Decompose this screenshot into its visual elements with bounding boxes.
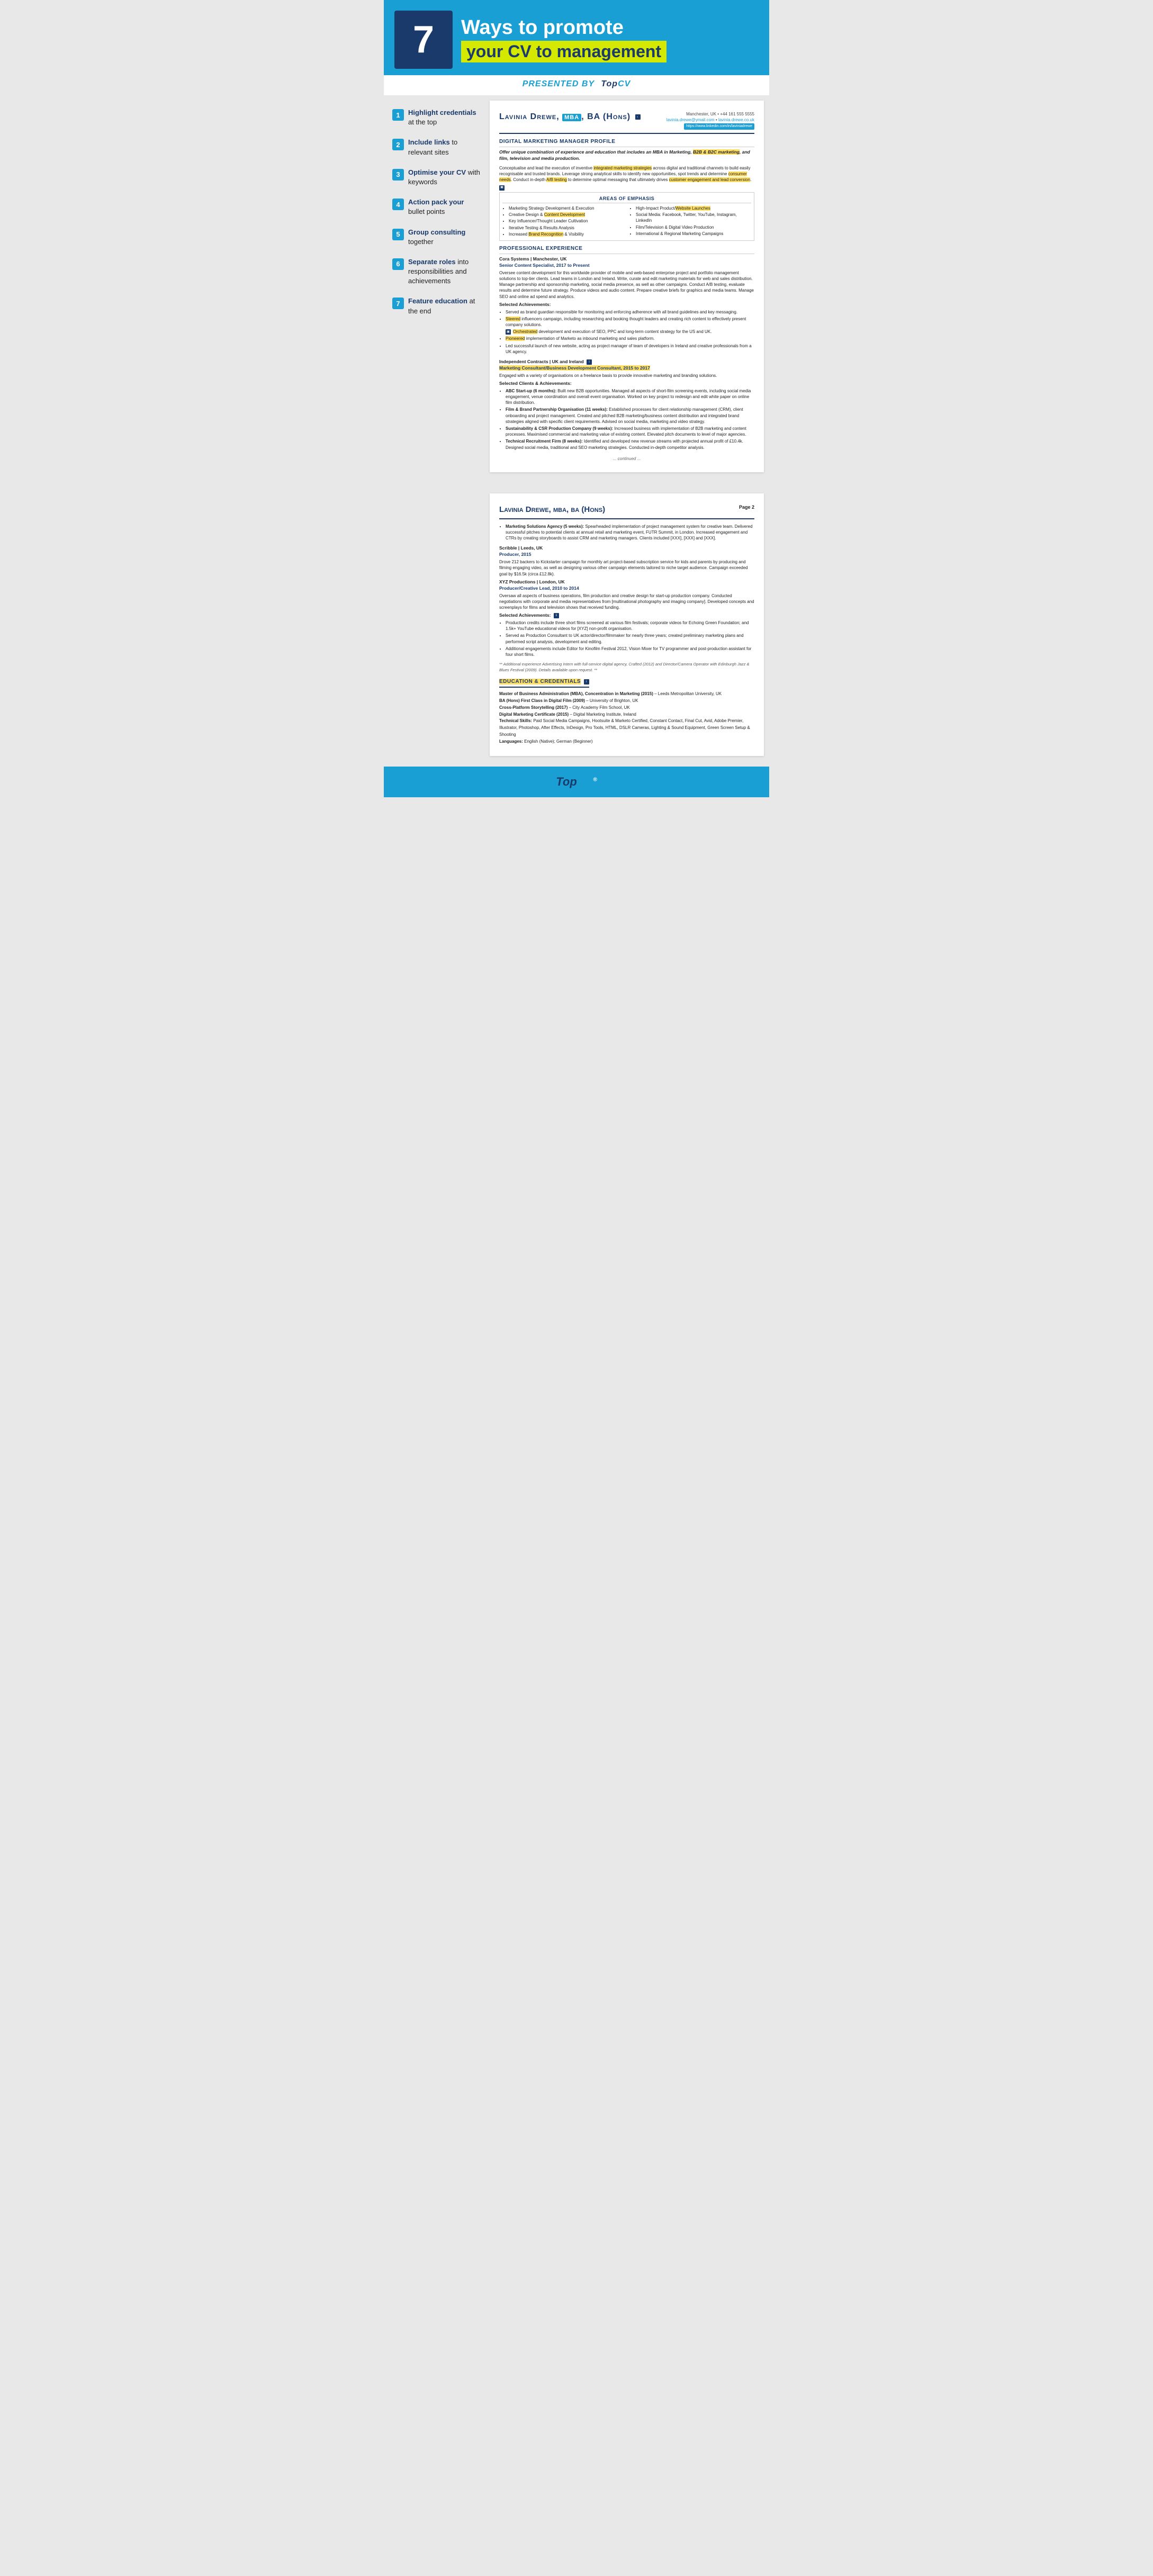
cv-job1-body: Oversee content development for this wor… [499,270,754,300]
cv-job2-achievements-label: Selected Clients & Achievements: [499,381,754,387]
cv-header-row: Lavinia Drewe, MBA, BA (Hons) i Manchest… [499,111,754,134]
presented-by-label: PRESENTED BY [523,79,594,88]
tip-text-6: Separate roles into responsibilities and… [408,257,481,286]
cv-job2-icon: i [587,359,592,365]
cv-additional-note: ** Additional experience Advertising Int… [499,662,754,673]
tip-num-5: 5 [392,229,404,240]
cv-p2-header-row: Lavinia Drewe, mba, ba (Hons) Page 2 [499,504,754,519]
tip-text-3: Optimise your CV with keywords [408,168,481,187]
cv-xyz-body: Oversaw all aspects of business operatio… [499,593,754,611]
cv-name: Lavinia Drewe, MBA, BA (Hons) i [499,111,641,123]
cv-job2-body: Engaged with a variety of organisations … [499,373,754,379]
cv-xyz-achievements-label: Selected Achievements: i [499,613,754,619]
tip-item-1: 1 Highlight credentials at the top [389,104,484,131]
cv-xyz-achievements: Production credits include three short f… [499,620,754,657]
tip-text-1: Highlight credentials at the top [408,108,481,127]
tip-item-5: 5 Group consulting together [389,223,484,251]
edu-icon: i [584,679,589,684]
tip-item-6: 6 Separate roles into responsibilities a… [389,253,484,291]
brand-name: TopCV [601,79,630,88]
cv-contact: Manchester, UK • +44 161 555 5555 lavini… [666,111,754,130]
cv-job1-header: Cora Systems | Manchester, UK Senior Con… [499,256,754,269]
cv-job2-achievements: ABC Start-up (6 months): Built new B2B o… [499,388,754,451]
areas-title: Areas of Emphasis [502,195,751,204]
tip-num-4: 4 [392,199,404,210]
tip-num-6: 6 [392,258,404,270]
tip-text-2: Include links to relevant sites [408,138,481,157]
cv-icon-box: i [635,114,641,120]
tip-item-2: 2 Include links to relevant sites [389,133,484,161]
header-title-line2: your CV to management [461,41,666,62]
big-number: 7 [394,11,453,69]
cv-scribble-body: Drove 212 backers to Kickstarter campaig… [499,559,754,577]
areas-right-list: High-Impact Product/Website Launches Soc… [629,205,751,238]
tips-sidebar: 1 Highlight credentials at the top 2 Inc… [384,95,490,478]
cv-scribble-header: Scribble | Leeds, UK Producer, 2015 [499,545,754,558]
tip-item-4: 4 Action pack your bullet points [389,193,484,221]
cv-job1-achievements-label: Selected Achievements: [499,302,754,308]
cv-p2-name: Lavinia Drewe, mba, ba (Hons) [499,504,605,515]
edu-list: Master of Business Administration (MBA),… [499,691,754,745]
cv-profile-summary: Offer unique combination of experience a… [499,149,754,162]
cv-profile-title: DIGITAL MARKETING MANAGER PROFILE [499,138,754,147]
cv-job1-achievements: Served as brand guardian responsible for… [499,309,754,355]
presented-by-bar: PRESENTED BY TopCV [384,75,769,95]
tip-text-4: Action pack your bullet points [408,197,481,217]
cv-page2: Lavinia Drewe, mba, ba (Hons) Page 2 Mar… [490,493,764,756]
tip-item-3: 3 Optimise your CV with keywords [389,164,484,191]
footer: TopCV® [384,767,769,797]
cv-p2-page: Page 2 [739,504,754,511]
tip-num-3: 3 [392,169,404,181]
cv-xyz-header: XYZ Productions | London, UK Producer/Cr… [499,579,754,592]
cv-xyz-icon: i [554,613,559,618]
tip-num-7: 7 [392,298,404,309]
header-title-line1: Ways to promote [461,17,666,39]
cv-page1: Lavinia Drewe, MBA, BA (Hons) i Manchest… [490,101,764,472]
areas-icon: ▣ [499,185,505,191]
areas-section: Areas of Emphasis Marketing Strategy Dev… [499,192,754,241]
cv-p2-continued-list: Marketing Solutions Agency (5 weeks): Sp… [499,524,754,542]
tip-num-2: 2 [392,139,404,150]
tip-text-5: Group consulting together [408,228,481,247]
areas-left-list: Marketing Strategy Development & Executi… [502,205,624,238]
header: 7 Ways to promote your CV to management [384,0,769,75]
page-gap [384,478,769,488]
footer-brand: TopCV® [392,775,761,789]
edu-title: Education & Credentials [499,679,581,684]
cv-profile-body: Conceptualise and lead the execution of … [499,165,754,183]
cv-continued: ... continued ... [499,456,754,462]
cv-job2-header: Independent Contracts | UK and Ireland i… [499,359,754,372]
cv-exp-title: Professional Experience [499,245,754,254]
tip-num-1: 1 [392,109,404,121]
tip-item-7: 7 Feature education at the end [389,292,484,320]
tip-text-7: Feature education at the end [408,296,481,316]
